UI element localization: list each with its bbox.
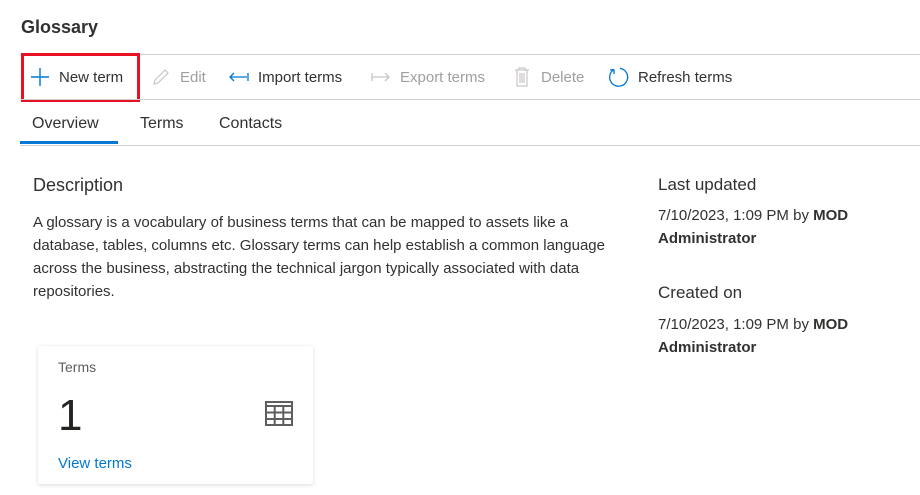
delete-label: Delete	[541, 68, 585, 86]
last-updated-value: 7/10/2023, 1:09 PM by MOD Administrator	[658, 204, 888, 250]
last-updated-date: 7/10/2023, 1:09 PM by	[658, 207, 814, 224]
new-term-highlight	[21, 53, 140, 102]
trash-icon	[515, 67, 529, 87]
page-title: Glossary	[21, 17, 99, 37]
edit-button[interactable]: Edit	[151, 66, 206, 88]
export-arrow-icon	[371, 72, 390, 82]
tab-overview[interactable]: Overview	[32, 115, 99, 133]
pencil-icon	[153, 69, 169, 85]
import-arrow-icon	[229, 72, 249, 82]
export-terms-label: Export terms	[400, 68, 486, 86]
divider	[20, 54, 920, 55]
created-on-value: 7/10/2023, 1:09 PM by MOD Administrator	[658, 313, 888, 359]
refresh-icon	[609, 67, 629, 87]
view-terms-link[interactable]: View terms	[58, 455, 132, 472]
export-terms-button[interactable]: Export terms	[370, 66, 485, 88]
delete-button[interactable]: Delete	[512, 66, 584, 88]
edit-label: Edit	[180, 68, 206, 86]
active-tab-indicator	[20, 141, 118, 144]
terms-card: Terms 1 View terms	[38, 346, 313, 484]
divider	[20, 99, 920, 100]
description-heading: Description	[33, 175, 124, 195]
terms-count: 1	[58, 391, 83, 440]
tab-terms[interactable]: Terms	[140, 115, 184, 133]
import-terms-button[interactable]: Import terms	[228, 66, 342, 88]
refresh-terms-button[interactable]: Refresh terms	[607, 66, 732, 88]
table-icon	[265, 401, 293, 426]
description-text: A glossary is a vocabulary of business t…	[33, 214, 605, 300]
refresh-terms-label: Refresh terms	[638, 68, 733, 86]
created-on-label: Created on	[658, 283, 743, 302]
divider	[20, 145, 920, 146]
created-on-date: 7/10/2023, 1:09 PM by	[658, 316, 814, 333]
import-terms-label: Import terms	[258, 68, 343, 86]
tab-contacts[interactable]: Contacts	[219, 115, 282, 133]
last-updated-label: Last updated	[658, 175, 757, 194]
terms-card-label: Terms	[58, 359, 97, 375]
